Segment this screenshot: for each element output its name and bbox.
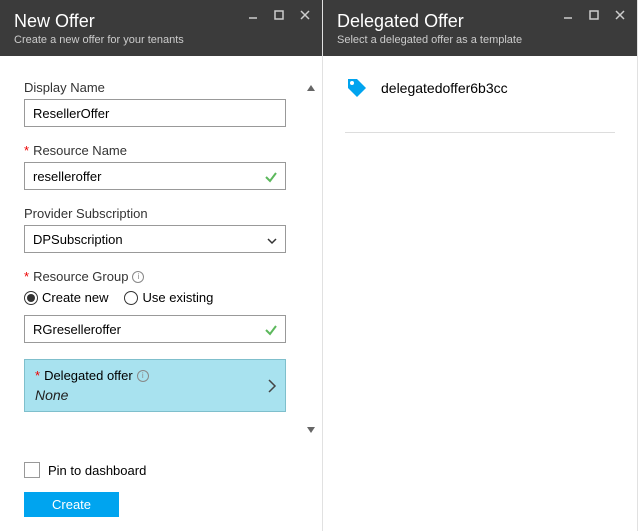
resource-name-label-text: Resource Name: [33, 143, 127, 158]
scroll-down-icon[interactable]: [305, 424, 321, 440]
delegated-offer-name: delegatedoffer6b3cc: [381, 80, 508, 96]
resource-name-group: * Resource Name: [24, 143, 286, 190]
new-offer-subtitle: Create a new offer for your tenants: [14, 34, 308, 46]
tag-icon: [345, 76, 369, 100]
info-icon[interactable]: i: [137, 370, 149, 382]
divider: [345, 132, 615, 133]
panel-body-right: delegatedoffer6b3cc: [323, 56, 637, 153]
window-controls-left: [242, 6, 316, 24]
chevron-right-icon: [267, 378, 277, 394]
resource-name-label: * Resource Name: [24, 143, 286, 158]
display-name-group: Display Name: [24, 80, 286, 127]
required-marker: *: [35, 368, 40, 383]
resource-group-input[interactable]: [24, 315, 286, 343]
maximize-button[interactable]: [583, 6, 605, 24]
minimize-button[interactable]: [242, 6, 264, 24]
scrollbar[interactable]: [304, 80, 322, 450]
provider-sub-select[interactable]: [24, 225, 286, 253]
required-marker: *: [24, 143, 29, 158]
check-icon: [264, 170, 278, 184]
resource-group-group: * Resource Group i Create new Use existi…: [24, 269, 286, 343]
delegated-offer-item[interactable]: delegatedoffer6b3cc: [345, 76, 615, 100]
pin-checkbox[interactable]: [24, 462, 40, 478]
create-button[interactable]: Create: [24, 492, 119, 517]
scroll-up-icon[interactable]: [305, 82, 321, 98]
minimize-button[interactable]: [557, 6, 579, 24]
delegated-offer-selector[interactable]: * Delegated offer i None: [24, 359, 286, 412]
delegated-offer-label-text: Delegated offer: [44, 368, 133, 383]
use-existing-radio[interactable]: Use existing: [124, 290, 213, 305]
panel-header-left: New Offer Create a new offer for your te…: [0, 0, 322, 56]
radio-circle-empty: [124, 291, 138, 305]
resource-group-label: * Resource Group i: [24, 269, 286, 284]
create-new-radio[interactable]: Create new: [24, 290, 108, 305]
use-existing-label: Use existing: [142, 290, 213, 305]
pin-label: Pin to dashboard: [48, 463, 146, 478]
resource-name-input[interactable]: [24, 162, 286, 190]
form-scroll: Display Name * Resource Name Provider Su…: [0, 80, 304, 450]
display-name-input[interactable]: [24, 99, 286, 127]
close-button[interactable]: [609, 6, 631, 24]
resource-group-radio-row: Create new Use existing: [24, 290, 286, 305]
resource-group-label-text: Resource Group: [33, 269, 128, 284]
provider-sub-label: Provider Subscription: [24, 206, 286, 221]
display-name-label: Display Name: [24, 80, 286, 95]
new-offer-panel: New Offer Create a new offer for your te…: [0, 0, 323, 531]
panel-footer: Pin to dashboard Create: [0, 450, 322, 531]
window-controls-right: [557, 6, 631, 24]
close-button[interactable]: [294, 6, 316, 24]
pin-row: Pin to dashboard: [24, 462, 298, 478]
panel-body-left: Display Name * Resource Name Provider Su…: [0, 56, 322, 450]
delegated-offer-panel: Delegated Offer Select a delegated offer…: [323, 0, 638, 531]
panel-header-right: Delegated Offer Select a delegated offer…: [323, 0, 637, 56]
required-marker: *: [24, 269, 29, 284]
create-new-label: Create new: [42, 290, 108, 305]
delegated-offer-label: * Delegated offer i: [35, 368, 275, 383]
provider-sub-group: Provider Subscription: [24, 206, 286, 253]
radio-circle-selected: [24, 291, 38, 305]
maximize-button[interactable]: [268, 6, 290, 24]
info-icon[interactable]: i: [132, 271, 144, 283]
delegated-offer-value: None: [35, 387, 275, 403]
check-icon: [264, 323, 278, 337]
delegated-subtitle: Select a delegated offer as a template: [337, 34, 623, 46]
